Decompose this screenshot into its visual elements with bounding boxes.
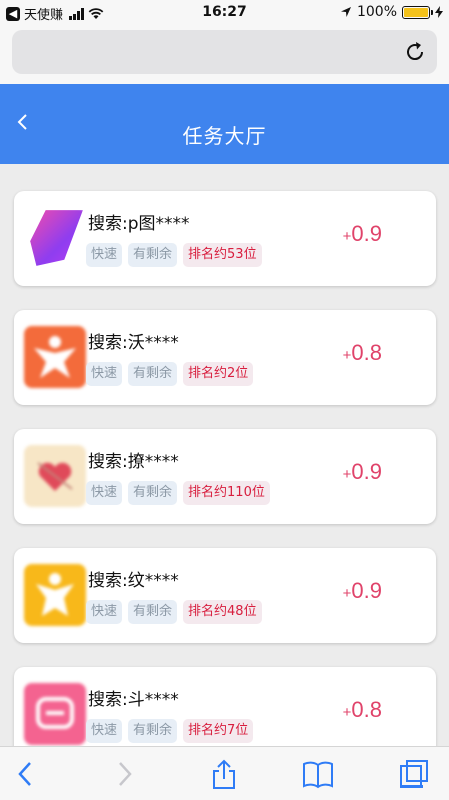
tag-remaining: 有剩余 (128, 362, 178, 386)
app-icon (24, 326, 86, 388)
task-reward: +0.9 (343, 459, 382, 485)
task-reward: +0.8 (343, 697, 382, 723)
task-tags: 快速 有剩余 排名约48位 (86, 600, 262, 624)
tag-fast: 快速 (86, 481, 123, 505)
task-card[interactable]: 搜索:撩**** 快速 有剩余 排名约110位 +0.9 (14, 429, 436, 524)
task-name: 搜索:p图**** (88, 214, 190, 234)
tag-remaining: 有剩余 (128, 719, 178, 743)
tag-fast: 快速 (86, 600, 123, 624)
browser-address-area (0, 24, 449, 84)
person-icon (36, 573, 74, 616)
app-header: 任务大厅 (0, 84, 449, 164)
task-name: 搜索:撩**** (88, 452, 179, 472)
task-tags: 快速 有剩余 排名约7位 (86, 719, 254, 743)
task-reward: +0.9 (343, 221, 382, 247)
app-icon (24, 683, 86, 745)
app-icon (24, 445, 86, 507)
task-reward: +0.8 (343, 340, 382, 366)
status-bar: ◀ 天使赚 16:27 100% (0, 0, 449, 24)
tag-rank: 排名约2位 (183, 362, 254, 386)
chevron-right-icon[interactable] (108, 759, 140, 789)
task-card[interactable]: 搜索:沃**** 快速 有剩余 排名约2位 +0.8 (14, 310, 436, 405)
task-card[interactable]: 搜索:纹**** 快速 有剩余 排名约48位 +0.9 (14, 548, 436, 643)
battery-percent: 100% (356, 4, 397, 20)
status-right: 100% (340, 4, 443, 20)
chat-bubble-icon (36, 697, 74, 729)
task-tags: 快速 有剩余 排名约2位 (86, 362, 254, 386)
tabs-icon[interactable] (398, 759, 430, 789)
page-title: 任务大厅 (182, 126, 267, 148)
tag-rank: 排名约110位 (183, 481, 270, 505)
app-icon (24, 564, 86, 626)
task-name: 搜索:斗**** (88, 690, 179, 710)
task-card[interactable]: 搜索:斗**** 快速 有剩余 排名约7位 +0.8 (14, 667, 436, 746)
task-tags: 快速 有剩余 排名约110位 (86, 481, 270, 505)
heart-icon (37, 462, 73, 491)
tag-rank: 排名约53位 (183, 243, 262, 267)
battery-icon (402, 5, 433, 19)
task-list: 搜索:p图**** 快速 有剩余 排名约53位 +0.9 搜索:沃**** 快速… (0, 164, 449, 746)
share-icon[interactable] (208, 759, 240, 789)
reward-value: 0.9 (351, 459, 382, 484)
task-tags: 快速 有剩余 排名约53位 (86, 243, 262, 267)
task-reward: +0.9 (343, 578, 382, 604)
charging-icon (435, 6, 443, 18)
reward-value: 0.9 (351, 578, 382, 603)
tag-remaining: 有剩余 (128, 600, 178, 624)
location-arrow-icon (340, 7, 351, 17)
tag-rank: 排名约48位 (183, 600, 262, 624)
task-card[interactable]: 搜索:p图**** 快速 有剩余 排名约53位 +0.9 (14, 191, 436, 286)
address-bar[interactable] (12, 30, 437, 74)
chevron-left-icon[interactable] (10, 759, 42, 789)
reload-icon[interactable] (403, 40, 427, 64)
tag-rank: 排名约7位 (183, 719, 254, 743)
app-icon (30, 210, 83, 266)
book-icon[interactable] (302, 759, 334, 789)
reward-value: 0.8 (351, 340, 382, 365)
tag-remaining: 有剩余 (128, 481, 178, 505)
task-name: 搜索:纹**** (88, 571, 179, 591)
tag-fast: 快速 (86, 719, 123, 743)
tag-remaining: 有剩余 (128, 243, 178, 267)
reward-value: 0.9 (351, 221, 382, 246)
task-name: 搜索:沃**** (88, 333, 179, 353)
tag-fast: 快速 (86, 362, 123, 386)
reward-value: 0.8 (351, 697, 382, 722)
figure-icon (34, 336, 76, 378)
tag-fast: 快速 (86, 243, 123, 267)
browser-toolbar (0, 746, 449, 800)
